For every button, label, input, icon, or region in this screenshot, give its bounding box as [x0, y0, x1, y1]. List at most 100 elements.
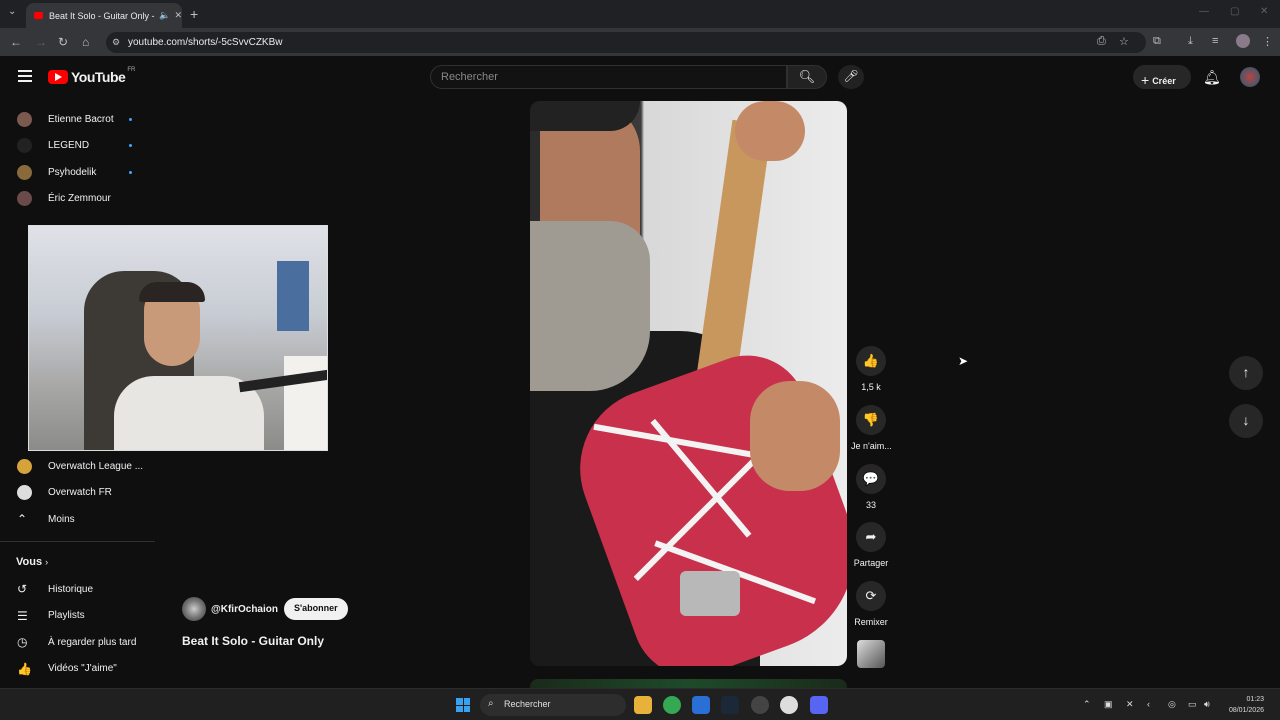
media-control-icon[interactable]: ≡: [1212, 35, 1218, 47]
app-blue-icon[interactable]: [692, 696, 710, 714]
tray-volume-icon[interactable]: 🔊︎: [1204, 699, 1210, 710]
site-info-icon[interactable]: ⚙: [112, 37, 120, 48]
file-explorer-icon[interactable]: [634, 696, 652, 714]
dislike-button[interactable]: 👎 Je n'aim...: [851, 404, 892, 451]
youtube-wordmark: YouTube: [71, 69, 126, 85]
audio-playing-icon[interactable]: 🔈: [159, 10, 170, 21]
subscribe-button[interactable]: S'abonner: [283, 598, 348, 620]
remix-icon: ⟳: [856, 581, 886, 612]
home-icon[interactable]: ⌂: [82, 35, 89, 49]
tab-close-icon[interactable]: ✕: [174, 10, 182, 21]
account-avatar[interactable]: [1240, 67, 1260, 87]
sidebar-show-less[interactable]: ⌃ Moins: [0, 506, 155, 532]
sound-thumbnail[interactable]: [857, 640, 885, 668]
sidebar-subscription[interactable]: Overwatch League ...: [0, 453, 155, 479]
short-channel-info: @KfirOchaion S'abonner: [182, 597, 348, 621]
next-short-button[interactable]: ↓: [1229, 404, 1263, 438]
comments-label: 33: [865, 499, 876, 510]
maximize-icon[interactable]: ▢: [1230, 6, 1239, 17]
tray-arrow-icon[interactable]: ‹: [1147, 699, 1150, 709]
browser-menu-icon[interactable]: ⋮: [1262, 35, 1273, 48]
chrome-icon[interactable]: [663, 696, 681, 714]
browser-tab[interactable]: Beat It Solo - Guitar Only - 🔈 ✕: [26, 3, 182, 28]
comments-button[interactable]: 💬 33: [851, 463, 891, 510]
video-person-beard: [530, 221, 650, 391]
taskbar-search-label: Rechercher: [504, 699, 551, 709]
tray-app-icon[interactable]: ▣: [1104, 699, 1113, 710]
remix-button[interactable]: ⟳ Remixer: [851, 581, 891, 627]
sidebar-subscription[interactable]: Éric Zemmour: [0, 186, 155, 212]
back-icon[interactable]: ←: [10, 35, 22, 49]
sidebar-item-watch-later[interactable]: ◷ À regarder plus tard: [0, 629, 155, 655]
share-icon: ➦: [856, 522, 886, 553]
steam-icon[interactable]: [721, 696, 739, 714]
youtube-header: YouTube FR Rechercher 🔍︎ 🎤︎ + Créer 🔔︎: [0, 56, 1280, 96]
short-title[interactable]: Beat It Solo - Guitar Only: [182, 634, 324, 648]
tab-search-icon[interactable]: ⌄: [8, 6, 16, 17]
sidebar-item-label: Overwatch FR: [48, 487, 112, 498]
sidebar-subscription[interactable]: Overwatch FR: [0, 480, 155, 506]
menu-icon[interactable]: [18, 70, 32, 85]
previous-short-button[interactable]: ↑: [1229, 356, 1263, 390]
windows-start-icon[interactable]: [456, 698, 470, 712]
tray-network-icon[interactable]: ▭: [1188, 699, 1197, 710]
channel-avatar[interactable]: [182, 597, 206, 621]
history-icon: ↺: [17, 582, 28, 596]
tray-bluetooth-icon[interactable]: ✕: [1126, 699, 1134, 710]
sidebar-item-liked[interactable]: 👍 Vidéos "J'aime": [0, 656, 155, 682]
you-section-title[interactable]: Vous ›: [16, 556, 48, 568]
sidebar-item-label: Vidéos "J'aime": [48, 663, 117, 674]
create-label: Créer: [1152, 76, 1176, 86]
thumbs-down-icon: 👎: [856, 404, 886, 435]
notifications-bell-icon[interactable]: 🔔︎: [1203, 69, 1221, 86]
extensions-icon[interactable]: ⧉: [1153, 35, 1161, 48]
sidebar-subscription[interactable]: Psyhodelik: [0, 159, 155, 185]
share-button[interactable]: ➦ Partager: [851, 522, 891, 568]
show-less-label: Moins: [48, 513, 75, 525]
reload-icon[interactable]: ↻: [58, 35, 68, 49]
new-content-dot: [129, 117, 132, 121]
video-person-cap: [530, 101, 640, 131]
channel-name[interactable]: @KfirOchaion: [211, 604, 278, 615]
discord-icon[interactable]: [810, 696, 828, 714]
system-clock[interactable]: 01:23 08/01/2026: [1222, 694, 1264, 716]
channel-avatar: [17, 111, 32, 127]
comment-icon: 💬: [856, 463, 886, 494]
overwatch-icon[interactable]: [780, 696, 798, 714]
like-button[interactable]: 👍 1,5 k: [851, 346, 891, 392]
minimize-icon[interactable]: —: [1199, 6, 1209, 17]
forward-icon[interactable]: →: [35, 35, 47, 49]
channel-avatar: [17, 458, 32, 474]
tray-mic-icon[interactable]: ◎: [1168, 699, 1176, 710]
create-button[interactable]: + Créer: [1133, 65, 1191, 89]
bookmark-star-icon[interactable]: ☆: [1119, 35, 1129, 48]
window-close-icon[interactable]: ✕: [1260, 6, 1268, 17]
sidebar-subscription[interactable]: LEGEND: [0, 133, 155, 159]
app-notification-icon[interactable]: [751, 696, 769, 714]
install-app-icon[interactable]: ⎙: [1097, 35, 1106, 48]
plus-icon: +: [1141, 72, 1150, 88]
clock-time: 01:23: [1246, 696, 1264, 703]
short-video-player[interactable]: [530, 101, 847, 666]
sidebar-subscription[interactable]: Etienne Bacrot: [0, 106, 155, 132]
search-button[interactable]: 🔍︎: [787, 65, 827, 89]
taskbar-search[interactable]: ⌕ Rechercher: [480, 694, 626, 716]
youtube-logo[interactable]: YouTube FR: [48, 67, 135, 85]
sidebar-item-history[interactable]: ↺ Historique: [0, 576, 155, 602]
sidebar-item-playlists[interactable]: ☰ Playlists: [0, 603, 155, 629]
search-input[interactable]: Rechercher: [430, 65, 787, 89]
channel-avatar: [17, 164, 32, 180]
chevron-right-icon: ›: [45, 557, 49, 567]
sidebar-item-label: Playlists: [48, 610, 85, 621]
webcam-overlay: [28, 225, 328, 451]
clock-date: 08/01/2026: [1228, 707, 1264, 714]
new-tab-icon[interactable]: +: [190, 6, 198, 22]
voice-search-button[interactable]: 🎤︎: [838, 65, 864, 89]
share-label: Partager: [853, 558, 889, 569]
webcam-person-hair: [139, 282, 205, 302]
new-content-dot: [129, 144, 132, 147]
tray-chevron-up-icon[interactable]: ⌃: [1083, 699, 1091, 710]
address-bar[interactable]: ⚙ youtube.com/shorts/-5cSvvCZKBw: [106, 32, 1146, 53]
downloads-icon[interactable]: ⤓: [1188, 35, 1193, 48]
browser-profile-avatar[interactable]: [1236, 34, 1250, 48]
